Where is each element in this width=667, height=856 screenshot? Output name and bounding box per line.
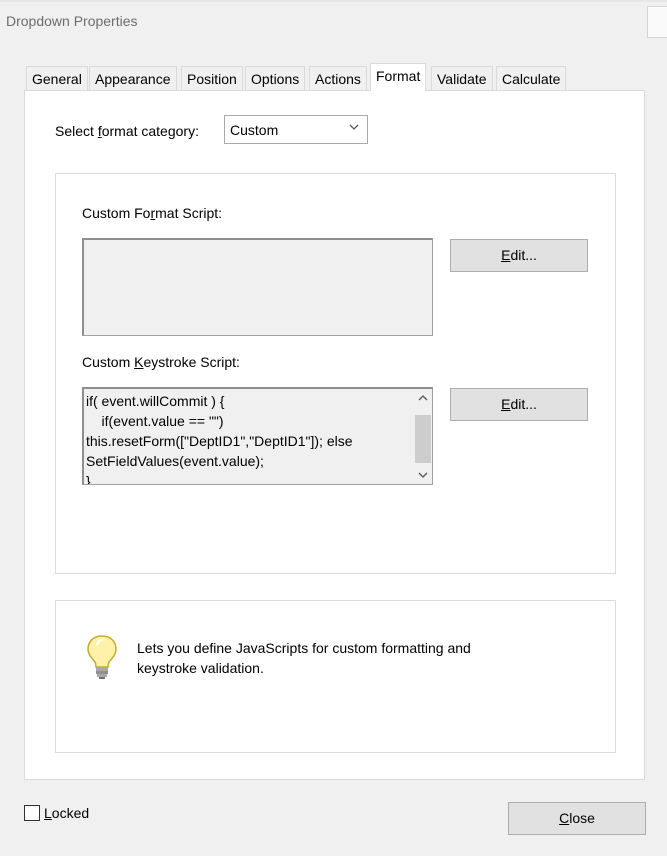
scroll-up-arrow-icon[interactable]	[418, 394, 428, 402]
custom-keystroke-script-textarea[interactable]: if( event.willCommit ) { if(event.value …	[82, 387, 433, 485]
tab-appearance[interactable]: Appearance	[89, 66, 177, 90]
format-category-value: Custom	[230, 122, 279, 138]
edit-format-script-button[interactable]: Edit...	[450, 239, 588, 272]
info-text-line1: Lets you define JavaScripts for custom f…	[137, 640, 471, 656]
chevron-down-icon	[349, 124, 359, 130]
script-line: SetFieldValues(event.value);	[86, 453, 264, 469]
locked-label[interactable]: Locked	[44, 805, 89, 821]
tab-options[interactable]: Options	[245, 66, 306, 90]
tab-validate[interactable]: Validate	[431, 66, 493, 90]
tab-format[interactable]: Format	[370, 63, 427, 91]
edit-keystroke-script-button[interactable]: Edit...	[450, 388, 588, 421]
titlebar-border	[0, 0, 667, 2]
format-category-select[interactable]: Custom	[224, 115, 368, 144]
script-line: this.resetForm(["DeptID1","DeptID1"]); e…	[86, 433, 353, 449]
format-category-label: Select format category:	[55, 123, 199, 139]
lightbulb-icon	[87, 635, 117, 679]
scroll-down-arrow-icon[interactable]	[418, 471, 428, 479]
tab-actions[interactable]: Actions	[309, 66, 367, 90]
script-scrollbar[interactable]	[414, 389, 432, 484]
info-text-line2: keystroke validation.	[137, 660, 264, 676]
window-title: Dropdown Properties	[6, 13, 138, 29]
tab-general[interactable]: General	[26, 66, 88, 90]
custom-scripts-group	[55, 173, 616, 574]
window-close-button[interactable]	[647, 6, 667, 38]
custom-format-script-label: Custom Format Script:	[82, 205, 223, 221]
script-line: }	[86, 473, 91, 485]
script-line: if(event.value == "")	[86, 413, 224, 429]
locked-checkbox[interactable]	[24, 805, 40, 821]
scroll-thumb[interactable]	[415, 415, 431, 463]
close-button[interactable]: Close	[508, 802, 646, 835]
tab-calculate[interactable]: Calculate	[496, 66, 567, 90]
script-line: if( event.willCommit ) {	[86, 393, 225, 409]
tab-position[interactable]: Position	[181, 66, 243, 90]
info-group	[55, 600, 616, 753]
custom-keystroke-script-label: Custom Keystroke Script:	[82, 354, 240, 370]
custom-format-script-textarea[interactable]	[82, 238, 433, 336]
